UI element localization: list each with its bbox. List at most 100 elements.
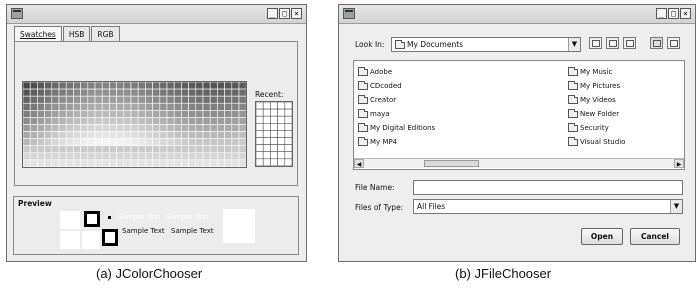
swatch-cell[interactable] bbox=[80, 138, 89, 147]
swatch-cell[interactable] bbox=[80, 124, 89, 132]
swatch-cell[interactable] bbox=[130, 95, 139, 104]
swatch-cell[interactable] bbox=[109, 95, 117, 104]
swatch-cell[interactable] bbox=[209, 88, 218, 97]
swatch-cell[interactable] bbox=[116, 110, 125, 118]
swatch-cell[interactable] bbox=[159, 95, 168, 104]
swatch-cell[interactable] bbox=[217, 110, 225, 118]
swatch-cell[interactable] bbox=[152, 88, 161, 97]
swatch-cell[interactable] bbox=[101, 88, 110, 97]
new-folder-button[interactable] bbox=[623, 37, 636, 49]
swatch-cell[interactable] bbox=[217, 152, 225, 161]
swatch-cell[interactable] bbox=[73, 102, 81, 111]
swatch-cell[interactable] bbox=[58, 131, 67, 139]
swatch-cell[interactable] bbox=[166, 159, 175, 167]
swatch-cell[interactable] bbox=[87, 88, 96, 97]
list-item[interactable]: My Music bbox=[568, 66, 612, 78]
swatch-cell[interactable] bbox=[23, 110, 31, 118]
swatch-cell[interactable] bbox=[152, 117, 161, 125]
swatch-cell[interactable] bbox=[65, 124, 74, 132]
swatch-cell[interactable] bbox=[23, 152, 31, 161]
swatch-cell[interactable] bbox=[173, 88, 182, 97]
recent-swatch-cell[interactable] bbox=[262, 108, 271, 117]
recent-swatch-cell[interactable] bbox=[262, 122, 271, 131]
swatch-cell[interactable] bbox=[116, 117, 125, 125]
swatch-cell[interactable] bbox=[123, 152, 132, 161]
swatch-cell[interactable] bbox=[87, 145, 96, 154]
swatch-cell[interactable] bbox=[173, 138, 182, 147]
recent-swatch-cell[interactable] bbox=[284, 158, 292, 166]
swatch-cell[interactable] bbox=[152, 131, 161, 139]
swatch-cell[interactable] bbox=[209, 110, 218, 118]
swatch-cell[interactable] bbox=[101, 159, 110, 167]
swatch-cell[interactable] bbox=[23, 117, 31, 125]
swatch-cell[interactable] bbox=[37, 82, 45, 90]
swatch-cell[interactable] bbox=[58, 152, 67, 161]
swatch-cell[interactable] bbox=[152, 124, 161, 132]
swatch-cell[interactable] bbox=[101, 95, 110, 104]
swatch-cell[interactable] bbox=[188, 82, 197, 90]
swatch-cell[interactable] bbox=[29, 159, 38, 167]
swatch-cell[interactable] bbox=[166, 110, 175, 118]
swatch-cell[interactable] bbox=[37, 88, 45, 97]
swatch-cell[interactable] bbox=[80, 145, 89, 154]
swatch-cell[interactable] bbox=[109, 152, 117, 161]
swatch-cell[interactable] bbox=[217, 95, 225, 104]
swatch-cell[interactable] bbox=[37, 124, 45, 132]
swatch-cell[interactable] bbox=[29, 124, 38, 132]
swatch-cell[interactable] bbox=[101, 82, 110, 90]
recent-swatch-cell[interactable] bbox=[256, 115, 264, 124]
swatch-cell[interactable] bbox=[116, 145, 125, 154]
look-in-combo[interactable]: My Documents ▼ bbox=[391, 37, 581, 52]
swatch-cell[interactable] bbox=[209, 124, 218, 132]
swatch-cell[interactable] bbox=[58, 159, 67, 167]
swatch-cell[interactable] bbox=[87, 102, 96, 111]
maximize-button[interactable]: □ bbox=[279, 8, 290, 19]
swatch-cell[interactable] bbox=[145, 131, 153, 139]
swatch-cell[interactable] bbox=[217, 124, 225, 132]
swatch-cell[interactable] bbox=[195, 110, 204, 118]
swatch-cell[interactable] bbox=[159, 117, 168, 125]
swatch-cell[interactable] bbox=[188, 131, 197, 139]
swatch-cell[interactable] bbox=[94, 152, 103, 161]
swatch-cell[interactable] bbox=[166, 82, 175, 90]
swatch-cell[interactable] bbox=[181, 131, 189, 139]
recent-swatch-cell[interactable] bbox=[256, 137, 264, 145]
swatch-cell[interactable] bbox=[173, 95, 182, 104]
swatch-cell[interactable] bbox=[37, 131, 45, 139]
swatch-cell[interactable] bbox=[173, 102, 182, 111]
swatch-cell[interactable] bbox=[137, 82, 146, 90]
swatch-cell[interactable] bbox=[109, 117, 117, 125]
swatch-cell[interactable] bbox=[145, 110, 153, 118]
swatch-cell[interactable] bbox=[195, 131, 204, 139]
recent-swatch-cell[interactable] bbox=[277, 158, 286, 166]
recent-swatch-cell[interactable] bbox=[256, 158, 264, 166]
swatch-cell[interactable] bbox=[202, 117, 211, 125]
swatch-cell[interactable] bbox=[116, 159, 125, 167]
minimize-button[interactable]: _ bbox=[656, 8, 667, 19]
swatch-cell[interactable] bbox=[51, 145, 60, 154]
swatch-cell[interactable] bbox=[51, 152, 60, 161]
swatch-cell[interactable] bbox=[116, 82, 125, 90]
swatch-cell[interactable] bbox=[152, 159, 161, 167]
swatch-cell[interactable] bbox=[209, 131, 218, 139]
swatch-cell[interactable] bbox=[58, 117, 67, 125]
swatch-cell[interactable] bbox=[109, 88, 117, 97]
swatch-cell[interactable] bbox=[173, 145, 182, 154]
swatch-cell[interactable] bbox=[130, 145, 139, 154]
swatch-cell[interactable] bbox=[29, 82, 38, 90]
home-button[interactable] bbox=[606, 37, 619, 49]
swatch-cell[interactable] bbox=[58, 82, 67, 90]
swatch-cell[interactable] bbox=[116, 152, 125, 161]
swatch-cell[interactable] bbox=[159, 82, 168, 90]
swatch-cell[interactable] bbox=[80, 117, 89, 125]
swatch-cell[interactable] bbox=[44, 82, 53, 90]
swatch-cell[interactable] bbox=[23, 95, 31, 104]
scroll-right-icon[interactable]: ▶ bbox=[674, 159, 684, 168]
swatch-cell[interactable] bbox=[152, 82, 161, 90]
swatch-cell[interactable] bbox=[101, 145, 110, 154]
swatch-cell[interactable] bbox=[123, 131, 132, 139]
recent-swatch-cell[interactable] bbox=[262, 102, 271, 110]
swatch-cell[interactable] bbox=[217, 145, 225, 154]
swatch-cell[interactable] bbox=[51, 95, 60, 104]
swatch-cell[interactable] bbox=[65, 131, 74, 139]
